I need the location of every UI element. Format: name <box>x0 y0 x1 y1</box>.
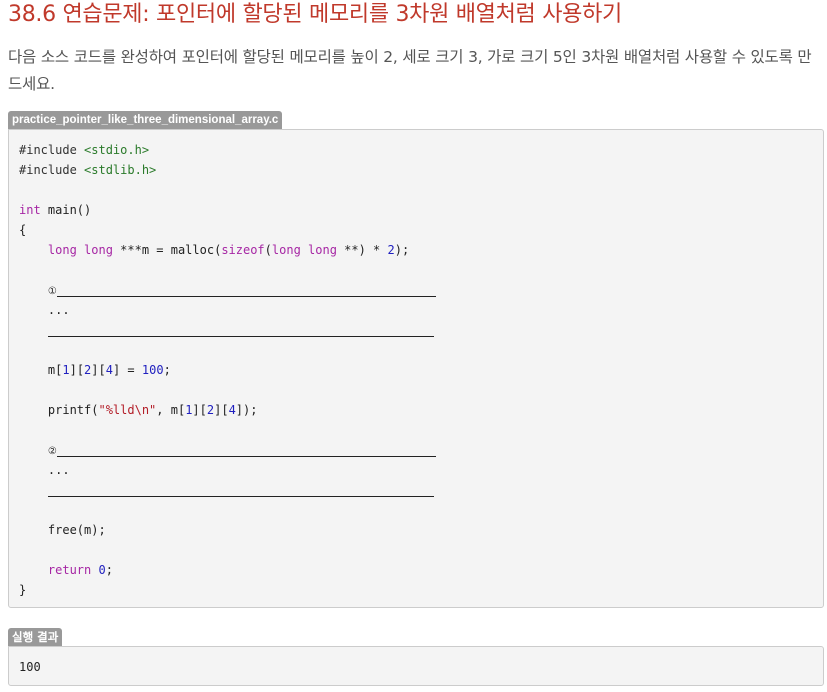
code-line: long long ***m = malloc(sizeof(long long… <box>19 240 436 260</box>
code-line: #include <stdlib.h> <box>19 160 436 180</box>
code-token: ][ <box>91 363 106 377</box>
code-token: ; <box>163 363 171 377</box>
answer-blank-line <box>47 324 434 337</box>
code-line: { <box>19 220 436 240</box>
code-token: 2 <box>387 243 395 257</box>
answer-blank-line <box>47 484 434 497</box>
code-line <box>19 480 436 500</box>
code-token: ] = <box>112 363 142 377</box>
code-token: <stdio.h> <box>84 143 150 157</box>
result-block: 100 <box>8 646 824 686</box>
code-ellipsis: ... <box>47 303 70 317</box>
code-token: int <box>19 203 41 217</box>
code-token: ][ <box>192 403 207 417</box>
code-token: main() <box>40 203 92 217</box>
code-line <box>19 320 436 340</box>
code-line: free(m); <box>19 520 436 540</box>
code-token: , m[ <box>156 403 186 417</box>
code-token: ][ <box>69 363 85 377</box>
code-line: ... <box>19 460 436 480</box>
code-line: #include <stdio.h> <box>19 140 436 160</box>
result-label: 실행 결과 <box>8 628 63 646</box>
code-block: #include <stdio.h> #include <stdlib.h> int… <box>8 129 824 608</box>
result-output: 100 <box>19 660 41 674</box>
code-token: ]); <box>235 403 258 417</box>
code-line: return 0; <box>19 560 436 580</box>
answer-blank-line <box>56 444 436 457</box>
code-filename-label: practice_pointer_like_three_dimensional_… <box>8 111 283 129</box>
code-line: printf("%lld\n", m[1][2][4]); <box>19 400 436 420</box>
code-line: m[1][2][4] = 100; <box>19 360 436 380</box>
code-token: <stdlib.h> <box>84 163 157 177</box>
code-ellipsis: ... <box>47 463 70 477</box>
code-token: return <box>47 563 92 577</box>
code-token: #include <box>19 163 85 177</box>
code-token: 0 <box>98 563 106 577</box>
code-token: 1 <box>62 363 70 377</box>
code-token: free(m); <box>47 523 106 537</box>
code-content: #include <stdio.h> #include <stdlib.h> int… <box>19 140 436 600</box>
code-token: long long <box>47 243 113 257</box>
answer-blank-line <box>56 284 436 297</box>
code-token: "%lld\n" <box>98 403 157 417</box>
code-token: m[ <box>47 363 63 377</box>
code-token: ***m = malloc( <box>112 243 222 257</box>
code-line: int main() <box>19 200 436 220</box>
blank-marker-2: ② <box>47 446 57 457</box>
code-token: sizeof <box>221 243 265 257</box>
code-token: 4 <box>228 403 236 417</box>
code-token: { <box>19 223 27 237</box>
code-token: long long <box>271 243 337 257</box>
code-line: ② <box>19 440 436 460</box>
page-title: 38.6 연습문제: 포인터에 할당된 메모리를 3차원 배열처럼 사용하기 <box>8 2 622 27</box>
code-token: #include <box>19 143 85 157</box>
problem-description: 다음 소스 코드를 완성하여 포인터에 할당된 메모리를 높이 2, 세로 크기… <box>8 48 812 93</box>
code-token: ; <box>105 563 113 577</box>
code-token: } <box>19 583 27 597</box>
blank-marker-1: ① <box>47 286 57 297</box>
code-token: ); <box>394 243 410 257</box>
code-line: } <box>19 580 436 600</box>
code-token: printf( <box>47 403 99 417</box>
code-token: ][ <box>214 403 229 417</box>
code-line: ... <box>19 300 436 320</box>
code-token: ( <box>264 243 272 257</box>
code-token: 100 <box>141 363 164 377</box>
code-token: **) * <box>336 243 388 257</box>
code-token: 4 <box>105 363 113 377</box>
code-line: ① <box>19 280 436 300</box>
